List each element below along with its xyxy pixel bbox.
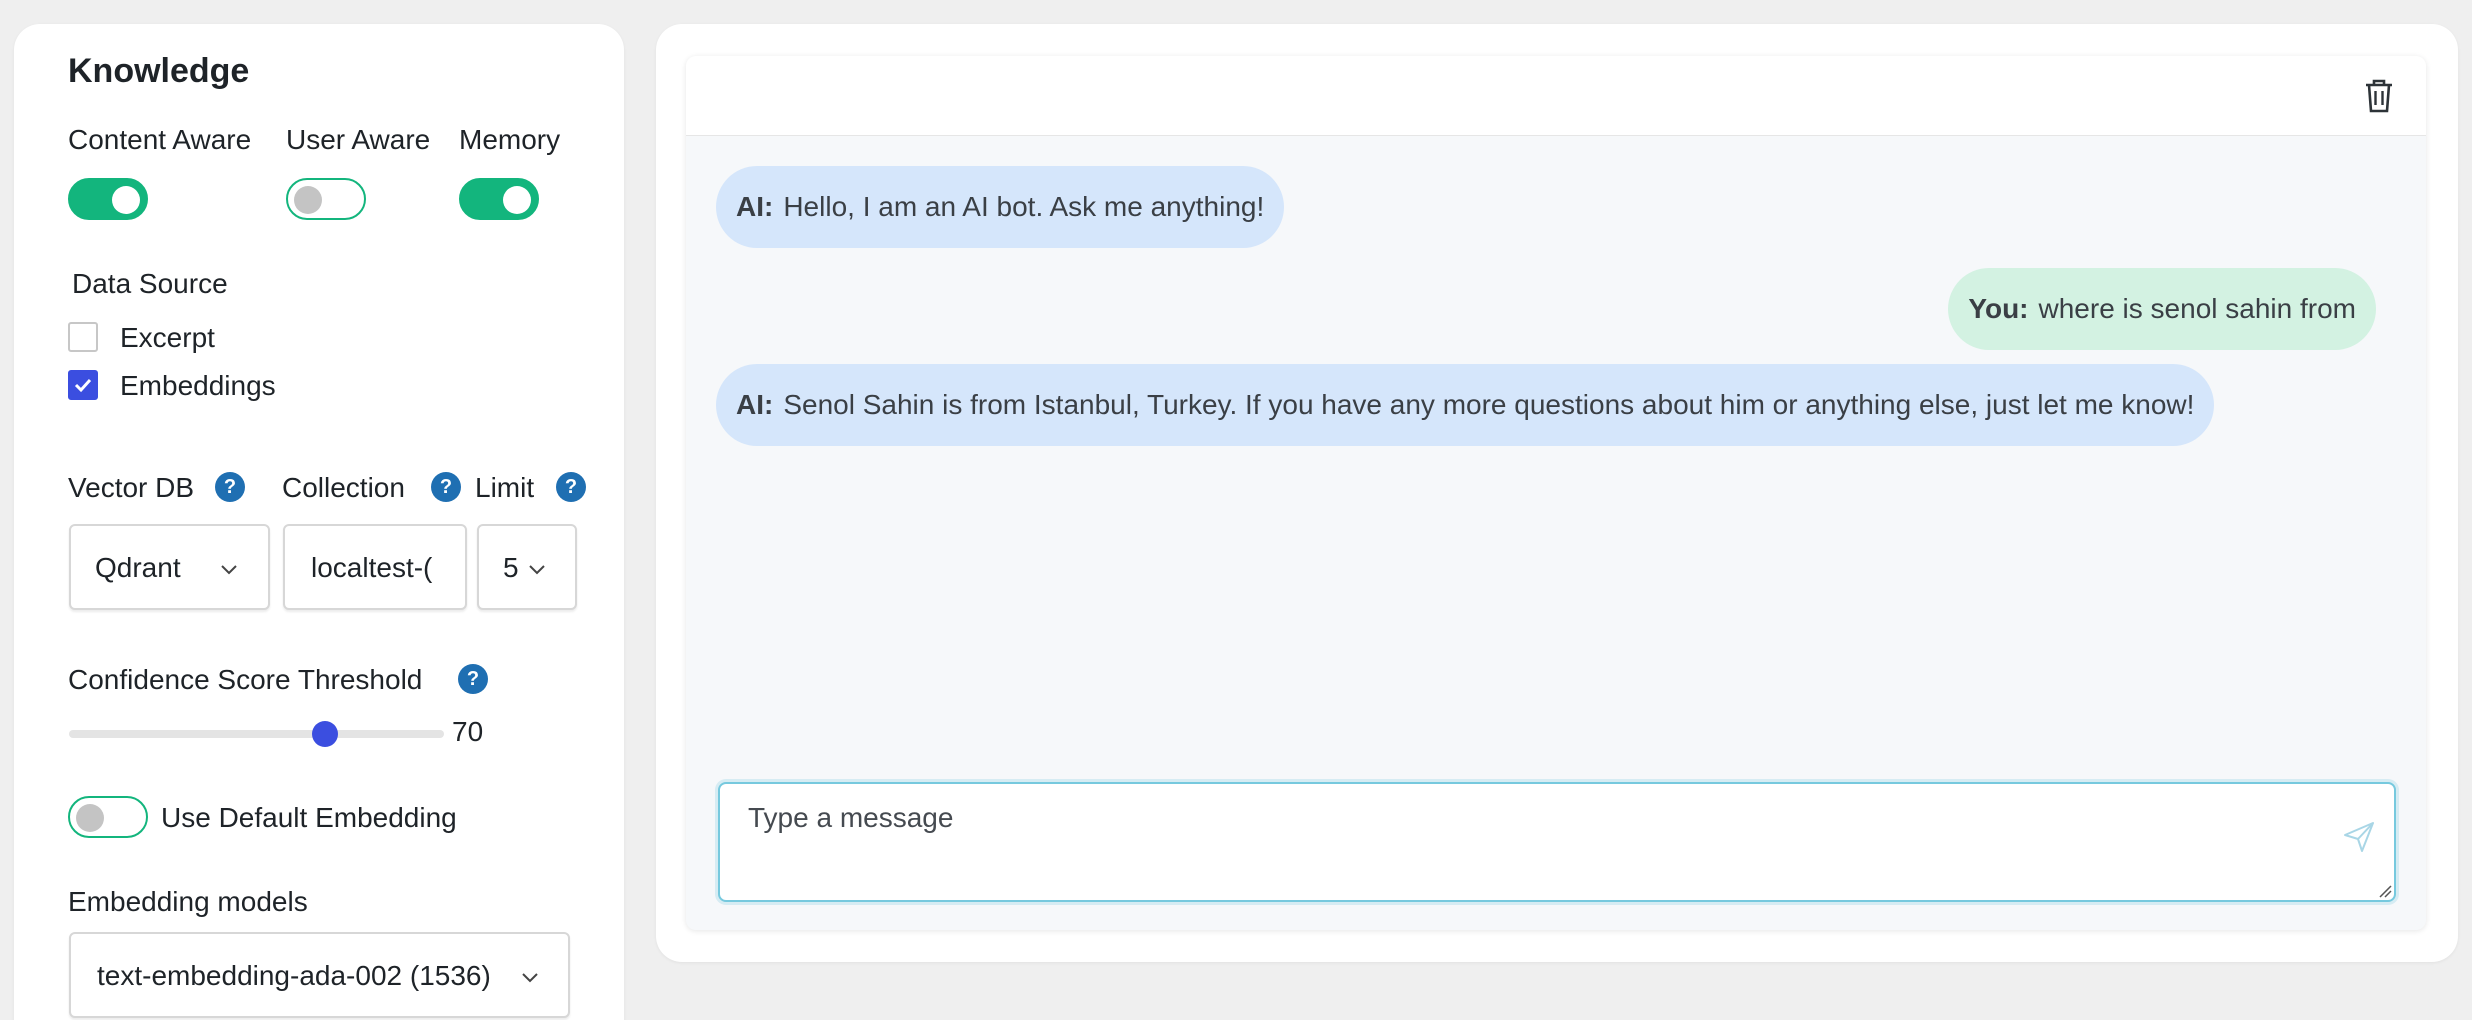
- embedding-models-label: Embedding models: [68, 886, 308, 917]
- memory-toggle[interactable]: [459, 178, 539, 220]
- chevron-down-icon: [529, 565, 545, 575]
- toggle-knob: [503, 186, 531, 214]
- message-text: Senol Sahin is from Istanbul, Turkey. If…: [783, 389, 2195, 420]
- vector-db-help-icon[interactable]: ?: [215, 472, 245, 502]
- embeddings-label: Embeddings: [120, 370, 276, 401]
- memory-label: Memory: [459, 124, 561, 155]
- collection-value: localtest-(: [311, 552, 433, 583]
- knowledge-panel: [14, 24, 624, 1020]
- chat-message-ai: AI: Senol Sahin is from Istanbul, Turkey.…: [716, 364, 2215, 446]
- resize-handle-icon[interactable]: [2378, 884, 2392, 898]
- default-embedding-label: Use Default Embedding: [161, 802, 457, 833]
- trash-icon[interactable]: [2362, 78, 2396, 114]
- limit-value: 5: [503, 552, 519, 583]
- chat-header: [686, 56, 2426, 136]
- confidence-slider-track[interactable]: [69, 730, 444, 738]
- embedding-models-value: text-embedding-ada-002 (1536): [97, 960, 491, 991]
- excerpt-checkbox[interactable]: [68, 322, 98, 352]
- toggle-knob: [76, 804, 104, 832]
- confidence-value: 70: [452, 716, 484, 747]
- limit-label: Limit: [475, 472, 535, 503]
- user-aware-toggle[interactable]: [286, 178, 366, 220]
- message-input[interactable]: Type a message: [718, 782, 2396, 902]
- toggle-knob: [112, 186, 140, 214]
- user-aware-label: User Aware: [286, 124, 431, 155]
- collection-help-icon[interactable]: ?: [431, 472, 461, 502]
- collection-label: Collection: [282, 472, 405, 503]
- vector-db-select[interactable]: Qdrant: [69, 524, 270, 610]
- vector-db-label: Vector DB: [68, 472, 195, 503]
- collection-select[interactable]: localtest-(: [283, 524, 467, 610]
- message-text: where is senol sahin from: [2038, 293, 2356, 324]
- knowledge-title: Knowledge: [68, 52, 250, 90]
- excerpt-label: Excerpt: [120, 322, 215, 353]
- limit-select[interactable]: 5: [477, 524, 577, 610]
- send-icon[interactable]: [2342, 820, 2376, 854]
- vector-db-value: Qdrant: [95, 552, 181, 583]
- message-sender: AI:: [736, 191, 774, 222]
- message-sender: You:: [1968, 293, 2029, 324]
- message-sender: AI:: [736, 389, 774, 420]
- message-text: Hello, I am an AI bot. Ask me anything!: [783, 191, 1265, 222]
- chevron-down-icon: [221, 565, 237, 575]
- chat-message-user: You: where is senol sahin from: [1948, 268, 2376, 350]
- message-input-placeholder: Type a message: [748, 802, 954, 833]
- data-source-title: Data Source: [72, 268, 228, 299]
- embedding-models-select[interactable]: text-embedding-ada-002 (1536): [69, 932, 570, 1018]
- check-icon: [74, 378, 92, 393]
- limit-help-icon[interactable]: ?: [556, 472, 586, 502]
- content-aware-label: Content Aware: [68, 124, 252, 155]
- toggle-knob: [294, 186, 322, 214]
- content-aware-toggle[interactable]: [68, 178, 148, 220]
- chevron-down-icon: [522, 973, 538, 983]
- confidence-help-icon[interactable]: ?: [458, 664, 488, 694]
- embeddings-checkbox[interactable]: [68, 370, 98, 400]
- confidence-slider-thumb[interactable]: [312, 721, 338, 747]
- default-embedding-toggle[interactable]: [68, 796, 148, 838]
- confidence-threshold-label: Confidence Score Threshold: [68, 664, 423, 695]
- chat-message-ai: AI: Hello, I am an AI bot. Ask me anythin…: [716, 166, 1285, 248]
